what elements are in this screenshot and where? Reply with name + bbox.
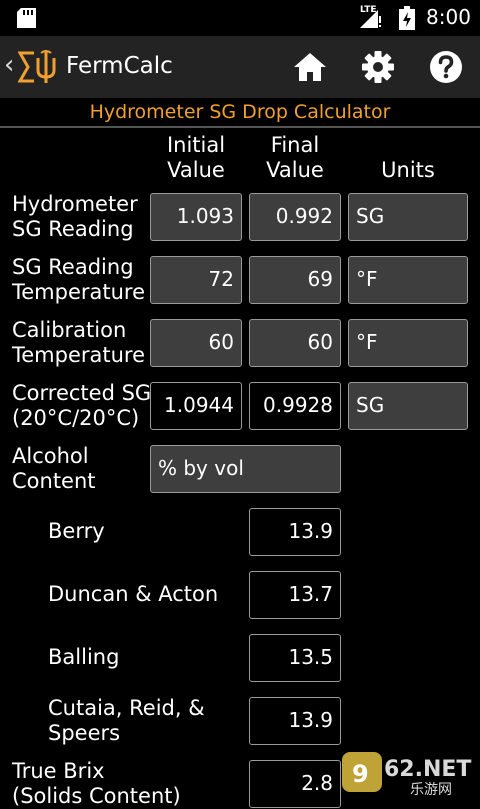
app-title: FermCalc: [66, 53, 173, 79]
duncan-acton-label: Duncan & Acton: [48, 582, 219, 606]
app-logo-icon[interactable]: [18, 50, 62, 84]
svg-text:乐游网: 乐游网: [410, 782, 452, 798]
svg-text:9: 9: [352, 760, 369, 788]
clock: 8:00: [426, 5, 471, 29]
sg-temperature-units-select[interactable]: °F: [348, 256, 468, 304]
cutaia-reid-speers-label: Cutaia, Reid, & Speers: [48, 696, 205, 745]
balling-output: 13.5: [249, 634, 341, 682]
column-header-final: Final Value: [266, 133, 324, 182]
calibration-temperature-initial-input[interactable]: 60: [150, 319, 242, 367]
watermark-logo: 9 62.NET 乐游网: [342, 752, 471, 798]
corrected-sg-label: Corrected SG (20°C/20°C): [12, 381, 152, 430]
column-header-units: Units: [381, 158, 435, 182]
alcohol-content-label: Alcohol Content: [12, 444, 96, 493]
duncan-acton-output: 13.7: [249, 571, 341, 619]
up-caret-icon[interactable]: ‹: [4, 50, 14, 80]
berry-output: 13.9: [249, 508, 341, 556]
sd-card-icon: [17, 8, 36, 28]
hydrometer-sg-initial-input[interactable]: 1.093: [150, 193, 242, 241]
corrected-sg-initial-output: 1.0944: [150, 382, 242, 430]
sg-temperature-label: SG Reading Temperature: [12, 255, 146, 304]
cutaia-reid-speers-output: 13.9: [249, 697, 341, 745]
battery-icon: [399, 6, 415, 30]
calibration-temperature-final-input[interactable]: 60: [249, 319, 341, 367]
hydrometer-sg-units-select[interactable]: SG: [348, 193, 468, 241]
calibration-temperature-label: Calibration Temperature: [12, 318, 146, 367]
corrected-sg-final-output: 0.9928: [249, 382, 341, 430]
true-brix-output: 2.8: [249, 760, 341, 808]
corrected-sg-units-select[interactable]: SG: [348, 382, 468, 430]
sg-temperature-initial-input[interactable]: 72: [150, 256, 242, 304]
sg-temperature-final-input[interactable]: 69: [249, 256, 341, 304]
column-header-initial: Initial Value: [166, 133, 226, 182]
action-bar: ‹ FermCalc: [0, 36, 480, 98]
true-brix-label: True Brix (Solids Content): [12, 759, 181, 808]
balling-label: Balling: [48, 645, 120, 669]
svg-text:62.NET: 62.NET: [384, 757, 471, 782]
page-title: Hydrometer SG Drop Calculator: [0, 98, 480, 128]
settings-gear-icon[interactable]: [360, 49, 396, 85]
hydrometer-sg-final-input[interactable]: 0.992: [249, 193, 341, 241]
status-bar: LTE 8:00: [0, 0, 480, 36]
berry-label: Berry: [48, 519, 105, 543]
alcohol-units-select[interactable]: % by vol: [150, 445, 341, 493]
home-icon[interactable]: [292, 49, 328, 85]
signal-icon: [360, 10, 381, 28]
hydrometer-sg-label: Hydrometer SG Reading: [12, 192, 138, 241]
calibration-temperature-units-select[interactable]: °F: [348, 319, 468, 367]
help-icon[interactable]: [428, 49, 464, 85]
